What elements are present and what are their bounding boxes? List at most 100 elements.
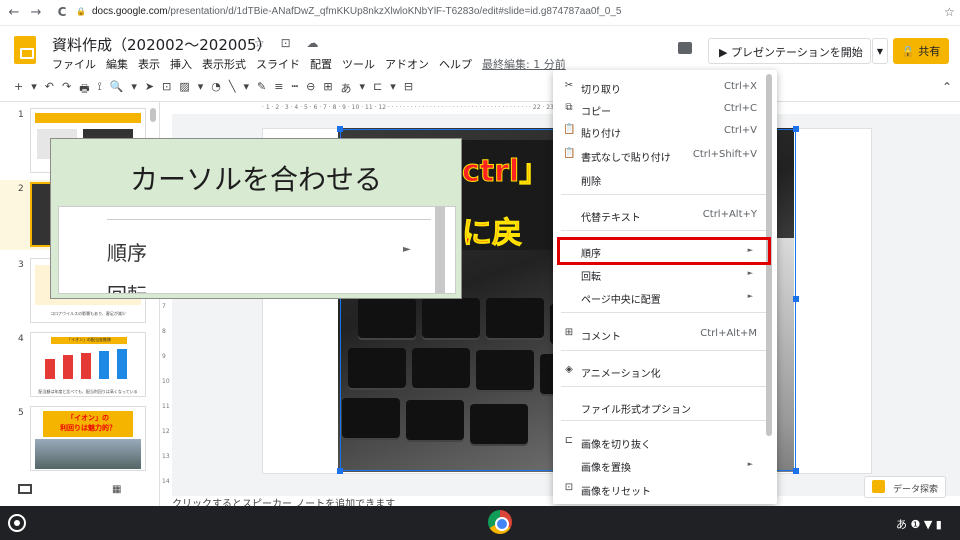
toolbar-button-11[interactable]: ▾ — [198, 80, 204, 98]
toolbar-button-5[interactable]: ⟟ — [98, 80, 102, 98]
back-icon[interactable]: ← — [6, 5, 22, 20]
menu-item-label: 貼り付け — [581, 129, 621, 140]
menu-separator — [561, 386, 767, 387]
document-title[interactable]: 資料作成（202002〜202005） — [52, 34, 272, 55]
bookmark-star-icon[interactable]: ☆ — [944, 5, 955, 19]
toolbar-button-4[interactable]: 🖶 — [79, 80, 89, 98]
menu-item-1[interactable]: ⧉ コピー Ctrl+C — [553, 98, 769, 120]
resize-handle[interactable] — [793, 468, 799, 474]
title-action-icons[interactable]: ☆ ⊡ ☁ — [254, 36, 324, 50]
menu-item-8[interactable]: ページ中央に配置 ► — [553, 286, 769, 308]
menu-item-9[interactable]: ⊞ コメント Ctrl+Alt+M — [553, 323, 769, 345]
menu-5[interactable]: スライド — [256, 56, 300, 72]
launcher-icon[interactable] — [8, 514, 26, 532]
menu-3[interactable]: 挿入 — [170, 56, 192, 72]
menu-item-4[interactable]: 削除 — [553, 168, 769, 190]
thumb-header — [35, 113, 141, 123]
forward-icon[interactable]: → — [28, 5, 44, 20]
resize-handle[interactable] — [337, 126, 343, 132]
resize-handle[interactable] — [337, 468, 343, 474]
present-dropdown-icon[interactable]: ▼ — [872, 38, 888, 64]
filmstrip-scrollbar[interactable] — [150, 108, 156, 122]
menu-item-12[interactable]: ⊏ 画像を切り抜く — [553, 431, 769, 453]
thumb-bar — [81, 353, 91, 379]
menu-item-3[interactable]: 📋 書式なしで貼り付け Ctrl+Shift+V — [553, 144, 769, 166]
slide-number: 3 — [18, 260, 24, 270]
toolbar-button-3[interactable]: ↷ — [62, 80, 71, 98]
menu-item-5[interactable]: 代替テキスト Ctrl+Alt+Y — [553, 204, 769, 226]
slide-thumbnail-5[interactable]: 「イオン」の 利回りは魅力的？ — [30, 406, 146, 471]
submenu-arrow-icon: ► — [403, 244, 411, 255]
menu-item-11[interactable]: ファイル形式オプション — [553, 396, 769, 418]
toolbar-button-0[interactable]: + — [14, 80, 23, 98]
chrome-icon[interactable] — [488, 510, 512, 534]
menu-item-label: 書式なしで貼り付け — [581, 153, 671, 164]
thumb-bar — [117, 349, 127, 379]
toolbar-button-22[interactable]: ⊏ — [373, 80, 382, 98]
menu-item-icon: 📋 — [563, 124, 576, 135]
status-tray[interactable]: あ ❶ ▼ ▮ — [896, 516, 942, 532]
grid-view-icon[interactable] — [18, 484, 32, 494]
toolbar-button-2[interactable]: ↶ — [45, 80, 54, 98]
menu-4[interactable]: 表示形式 — [202, 56, 246, 72]
url-path: /presentation/d/1dTBie-ANafDwZ_qfmKKUp8n… — [167, 6, 622, 17]
filmstrip-view-icon[interactable]: ▦ — [112, 484, 121, 495]
toolbar-button-23[interactable]: ▾ — [390, 80, 396, 98]
toolbar-button-19[interactable]: ⊞ — [323, 80, 332, 98]
share-button[interactable]: 🔒 共有 — [893, 38, 949, 64]
toolbar-button-14[interactable]: ▾ — [244, 80, 250, 98]
submenu-arrow-icon: ► — [747, 292, 753, 300]
menu-item-14[interactable]: ⊡ 画像をリセット — [553, 478, 769, 500]
toolbar-button-15[interactable]: ✎ — [257, 80, 266, 98]
toolbar-button-17[interactable]: ┅ — [291, 80, 298, 98]
toolbar-button-10[interactable]: ▨ — [179, 80, 189, 98]
resize-handle[interactable] — [793, 296, 799, 302]
menu-item-13[interactable]: 画像を置換 ► — [553, 454, 769, 476]
menu-8[interactable]: アドオン — [385, 56, 429, 72]
toolbar-button-20[interactable]: あ — [341, 80, 352, 98]
toolbar-button-18[interactable]: ⊖ — [306, 80, 315, 98]
menu-item-shortcut: Ctrl+X — [723, 81, 757, 92]
toolbar-button-9[interactable]: ⊡ — [162, 80, 171, 98]
menu-item-label: アニメーション化 — [581, 369, 661, 380]
menu-bar: ファイル 編集 表示 挿入 表示形式 スライド 配置 ツール アドオン ヘルプ 最終編集: 1 分前 — [52, 56, 566, 72]
menu-6[interactable]: 配置 — [310, 56, 332, 72]
menu-item-0[interactable]: ✂ 切り取り Ctrl+X — [553, 76, 769, 98]
menu-item-label: 削除 — [581, 177, 601, 188]
resize-handle[interactable] — [793, 126, 799, 132]
toolbar-button-1[interactable]: ▾ — [31, 80, 37, 98]
menu-9[interactable]: ヘルプ — [439, 56, 472, 72]
menu-item-icon: 📋 — [563, 148, 576, 159]
toolbar-button-13[interactable]: ╲ — [229, 80, 236, 98]
ruler-tick: 10 — [162, 378, 170, 385]
menu-1[interactable]: 編集 — [106, 56, 128, 72]
ruler-tick: 12 — [162, 428, 170, 435]
toolbar-button-7[interactable]: ▾ — [131, 80, 137, 98]
comment-history-icon[interactable] — [678, 42, 692, 54]
menu-2[interactable]: 表示 — [138, 56, 160, 72]
slide-thumbnail-4[interactable]: 「イオン」の配当金推移 配当額は年度と比べても、配当利回りは高くなっている — [30, 332, 146, 397]
menu-item-2[interactable]: 📋 貼り付け Ctrl+V — [553, 120, 769, 142]
slides-logo-icon[interactable] — [14, 36, 36, 64]
toolbar-button-8[interactable]: ➤ — [145, 80, 154, 98]
toolbar-button-12[interactable]: ◔ — [211, 80, 221, 98]
collapse-toolbar-icon[interactable]: ⌃ — [942, 80, 952, 94]
toolbar-button-21[interactable]: ▾ — [360, 80, 366, 98]
toolbar-button-24[interactable]: ⊟ — [404, 80, 413, 98]
menu-item-shortcut: Ctrl+Alt+Y — [702, 209, 757, 220]
menu-item-shortcut: Ctrl+V — [723, 125, 757, 136]
reload-icon[interactable]: C — [54, 5, 70, 19]
lock-icon: 🔒 — [76, 7, 86, 16]
menu-item-label: 代替テキスト — [581, 213, 641, 224]
address-bar[interactable]: docs.google.com/presentation/d/1dTBie-AN… — [92, 6, 622, 17]
menu-item-10[interactable]: ◈ アニメーション化 — [553, 360, 769, 382]
toolbar-button-6[interactable]: 🔍 — [110, 80, 124, 98]
menu-0[interactable]: ファイル — [52, 56, 96, 72]
toolbar-button-16[interactable]: ≡ — [274, 80, 283, 98]
thumb-chart — [41, 347, 137, 387]
menu-item-7[interactable]: 回転 ► — [553, 263, 769, 285]
present-button[interactable]: ▶ プレゼンテーションを開始 — [708, 38, 871, 64]
thumb-caption: 配当額は年度と比べても、配当利回りは高くなっている — [38, 389, 138, 394]
explore-icon — [872, 480, 885, 493]
menu-7[interactable]: ツール — [342, 56, 375, 72]
